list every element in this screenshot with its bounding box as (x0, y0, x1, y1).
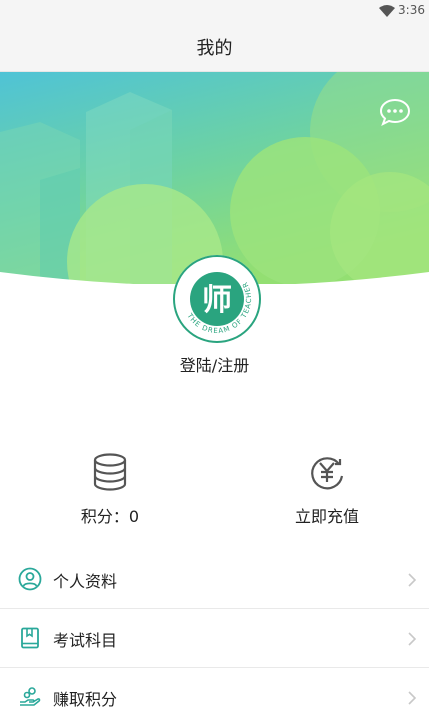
recharge-button[interactable]: 立即充值 (247, 452, 407, 532)
user-circle-icon (18, 567, 42, 591)
avatar[interactable]: 师 THE DREAM OF TEACHER (172, 254, 262, 344)
recharge-label: 立即充值 (294, 507, 359, 526)
login-register-link[interactable]: 登陆/注册 (0, 352, 429, 376)
earn-points-icon (20, 687, 41, 706)
status-bar: 3:36 (0, 0, 429, 22)
points-stat[interactable]: 积分：0 (30, 452, 190, 532)
chevron-right-icon (408, 632, 417, 646)
avatar-logo-char: 师 (202, 283, 232, 318)
points-label: 积分：0 (80, 507, 140, 526)
profile-banner (0, 72, 429, 284)
chevron-right-icon (408, 691, 417, 705)
status-time: 3:36 (398, 3, 425, 17)
menu-item-earn-points[interactable]: 赚取积分 (0, 668, 429, 724)
menu-item-label: 赚取积分 (53, 690, 118, 709)
menu-item-exam-subjects[interactable]: 考试科目 (0, 609, 429, 668)
wifi-icon (379, 5, 395, 17)
menu-item-profile[interactable]: 个人资料 (0, 550, 429, 609)
menu-item-label: 个人资料 (53, 572, 118, 591)
coins-icon (93, 453, 127, 491)
page-title: 我的 (196, 38, 233, 59)
banner-illustration (0, 72, 429, 284)
app-bar: 我的 (0, 22, 429, 72)
message-icon[interactable] (379, 97, 411, 127)
yen-refresh-icon (311, 457, 344, 490)
book-icon (21, 627, 39, 649)
chevron-right-icon (408, 573, 417, 587)
menu-item-label: 考试科目 (53, 631, 118, 650)
settings-menu: 个人资料 考试科目 赚取积分 (0, 550, 429, 724)
